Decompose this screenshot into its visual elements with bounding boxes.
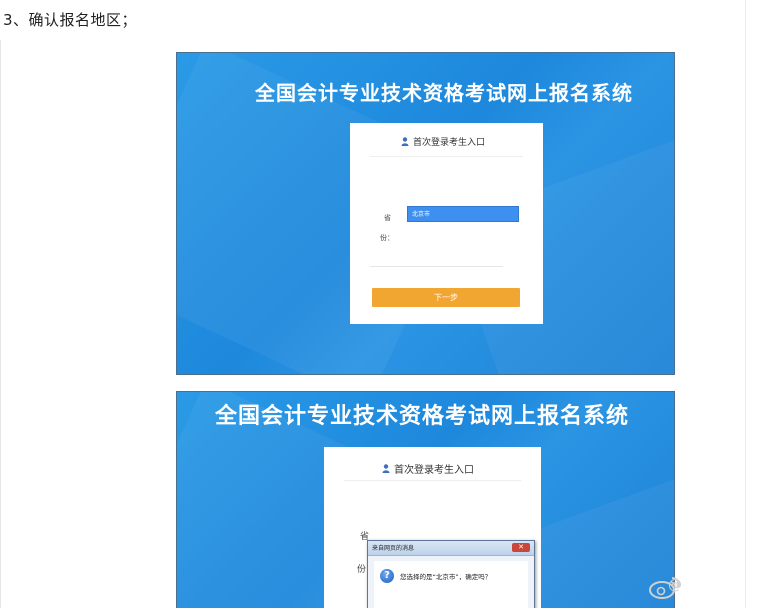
panel-header-label: 首次登录考生入口	[394, 465, 474, 476]
screenshot-confirm-region: 全国会计专业技术资格考试网上报名系统 首次登录考生入口 省 份 来自网页的消息 …	[176, 391, 675, 608]
province-label-part2: 份	[357, 565, 367, 575]
page-right-border	[745, 0, 746, 608]
user-icon	[382, 464, 390, 473]
system-title: 全国会计专业技术资格考试网上报名系统	[215, 404, 630, 429]
panel-header: 首次登录考生入口	[401, 135, 485, 148]
divider	[344, 480, 521, 481]
province-label-part2: 份：	[380, 234, 394, 242]
dialog-title: 来自网页的消息	[372, 545, 415, 552]
panel-header: 首次登录考生入口	[382, 461, 474, 476]
login-panel: 首次登录考生入口 省 份： 北京市 下一步	[350, 123, 543, 324]
divider	[370, 156, 523, 157]
confirm-dialog: 来自网页的消息 ✕ ? 您选择的是“北京市”，确定吗？	[367, 540, 535, 608]
step-title: 3、确认报名地区；	[3, 11, 138, 29]
province-select[interactable]: 北京市	[407, 206, 519, 222]
watermark-text: @	[668, 577, 682, 593]
dialog-titlebar[interactable]: 来自网页的消息 ✕	[368, 541, 534, 556]
system-title: 全国会计专业技术资格考试网上报名系统	[255, 81, 633, 105]
panel-header-label: 首次登录考生入口	[413, 138, 486, 148]
screenshot-login-select-region: 全国会计专业技术资格考试网上报名系统 首次登录考生入口 省 份： 北京市 下一步	[176, 52, 675, 375]
next-button[interactable]: 下一步	[372, 288, 520, 307]
province-label-part1: 省	[384, 214, 391, 222]
dialog-message: 您选择的是“北京市”，确定吗？	[400, 573, 492, 581]
divider	[370, 266, 503, 267]
question-icon: ?	[380, 569, 394, 583]
dialog-body: ? 您选择的是“北京市”，确定吗？	[374, 561, 528, 608]
close-icon[interactable]: ✕	[512, 543, 530, 552]
user-icon	[401, 137, 409, 146]
page-left-border	[0, 40, 1, 608]
